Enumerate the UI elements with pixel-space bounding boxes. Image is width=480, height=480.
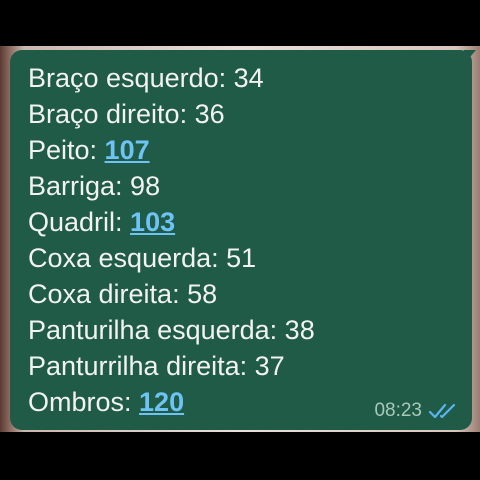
phone-number-link[interactable]: 103: [130, 207, 175, 237]
message-bubble[interactable]: Braço esquerdo: 34 Braço direito: 36 Pei…: [10, 50, 472, 430]
message-text: Braço esquerdo: 34 Braço direito: 36 Pei…: [28, 60, 472, 420]
message-line-peito: Peito: 107: [28, 132, 472, 168]
message-line-quadril: Quadril: 103: [28, 204, 472, 240]
line-label: Ombros:: [28, 387, 140, 417]
line-label: Barriga:: [28, 171, 131, 201]
line-label: Braço direito:: [28, 99, 195, 129]
message-line-braco-esquerdo: Braço esquerdo: 34: [28, 60, 472, 96]
message-line-panturilha-esquerda: Panturilha esquerda: 38: [28, 312, 472, 348]
phone-number-link[interactable]: 107: [105, 135, 150, 165]
phone-number-link[interactable]: 120: [139, 387, 184, 417]
message-meta: 08:23: [374, 400, 458, 422]
line-label: Coxa esquerda:: [28, 243, 227, 273]
line-value: 34: [233, 63, 264, 93]
line-label: Panturrilha direita:: [28, 351, 255, 381]
line-value: 37: [254, 351, 285, 381]
double-check-read-icon: [428, 403, 456, 419]
message-line-braco-direito: Braço direito: 36: [28, 96, 472, 132]
message-line-panturrilha-direita: Panturrilha direita: 37: [28, 348, 472, 384]
message-line-coxa-esquerda: Coxa esquerda: 51: [28, 240, 472, 276]
line-label: Coxa direita:: [28, 279, 188, 309]
line-label: Quadril:: [28, 207, 131, 237]
line-value: 98: [130, 171, 161, 201]
line-label: Panturilha esquerda:: [28, 315, 285, 345]
message-line-coxa-direita: Coxa direita: 58: [28, 276, 472, 312]
screen: Braço esquerdo: 34 Braço direito: 36 Pei…: [0, 0, 480, 480]
message-line-barriga: Barriga: 98: [28, 168, 472, 204]
line-label: Braço esquerdo:: [28, 63, 234, 93]
line-value: 36: [194, 99, 225, 129]
line-value: 38: [284, 315, 315, 345]
line-value: 51: [226, 243, 257, 273]
message-time: 08:23: [374, 400, 422, 421]
line-value: 58: [187, 279, 218, 309]
line-label: Peito:: [28, 135, 105, 165]
